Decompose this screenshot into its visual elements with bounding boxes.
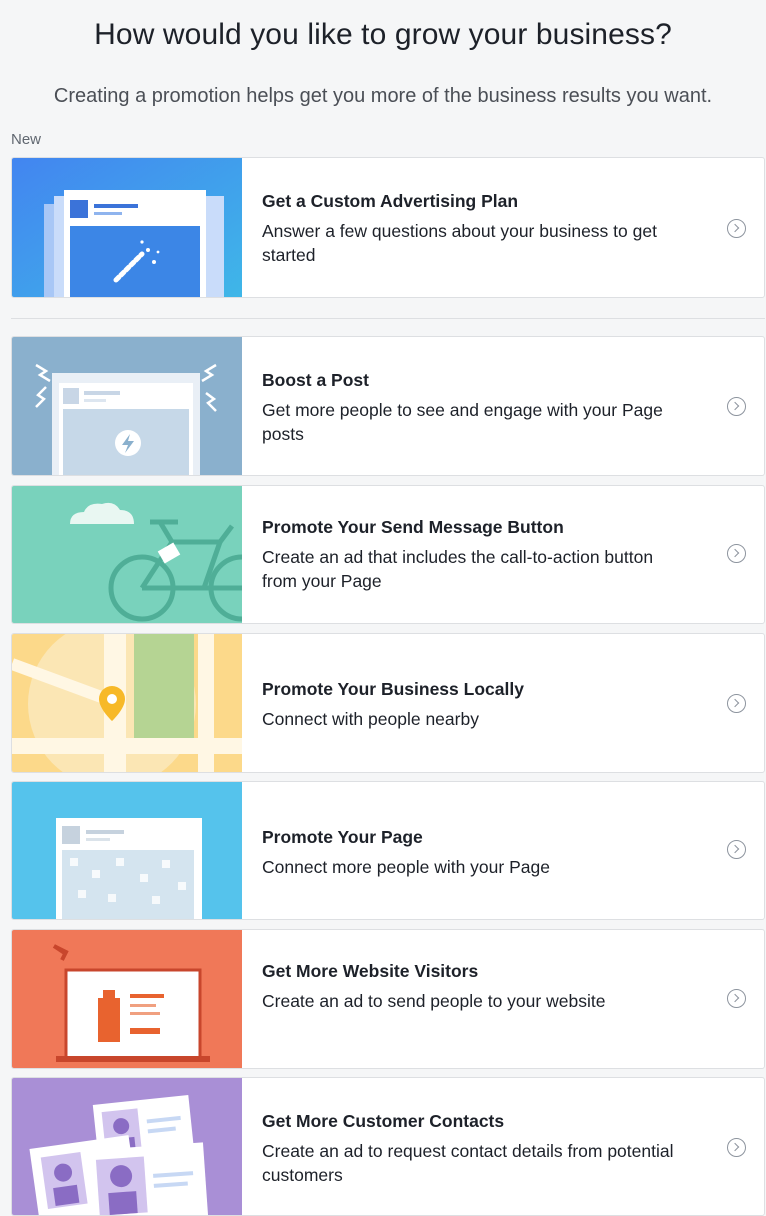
website-illustration xyxy=(12,930,242,1068)
card-title: Boost a Post xyxy=(262,370,369,390)
card-title: Promote Your Send Message Button xyxy=(262,517,564,537)
chevron-right-icon[interactable] xyxy=(727,840,746,859)
chevron-right-icon[interactable] xyxy=(727,397,746,416)
chevron-right-icon[interactable] xyxy=(727,694,746,713)
bicycle-illustration xyxy=(12,486,242,623)
card-title: Get a Custom Advertising Plan xyxy=(262,191,519,211)
chevron-right-icon[interactable] xyxy=(727,544,746,563)
chevron-right-icon[interactable] xyxy=(727,219,746,238)
chevron-right-icon[interactable] xyxy=(727,989,746,1008)
promotion-options-list: Get a Custom Advertising Plan Answer a f… xyxy=(0,0,766,1216)
card-description: Create an ad to request contact details … xyxy=(262,1141,674,1185)
card-title: Promote Your Business Locally xyxy=(262,679,524,699)
option-custom-advertising-plan[interactable]: Get a Custom Advertising Plan Answer a f… xyxy=(11,157,765,298)
magic-wand-illustration xyxy=(12,158,242,297)
option-promote-business-locally[interactable]: Promote Your Business Locally Connect wi… xyxy=(11,633,765,773)
card-description: Create an ad to send people to your webs… xyxy=(262,991,606,1011)
chevron-right-icon[interactable] xyxy=(727,1138,746,1157)
option-get-more-customer-contacts[interactable]: Get More Customer Contacts Create an ad … xyxy=(11,1077,765,1216)
card-title: Get More Website Visitors xyxy=(262,961,479,981)
card-title: Get More Customer Contacts xyxy=(262,1111,505,1131)
option-boost-post[interactable]: Boost a Post Get more people to see and … xyxy=(11,336,765,476)
card-description: Get more people to see and engage with y… xyxy=(262,400,663,444)
option-promote-page[interactable]: Promote Your Page Connect more people wi… xyxy=(11,781,765,920)
map-pin-illustration xyxy=(12,634,242,772)
card-description: Answer a few questions about your busine… xyxy=(262,221,657,265)
section-divider xyxy=(11,318,765,319)
card-description: Connect with people nearby xyxy=(262,709,479,729)
option-get-more-website-visitors[interactable]: Get More Website Visitors Create an ad t… xyxy=(11,929,765,1069)
contact-cards-illustration xyxy=(12,1078,242,1215)
card-title: Promote Your Page xyxy=(262,827,423,847)
lightning-bolt-illustration xyxy=(12,337,242,475)
page-likes-illustration xyxy=(12,782,242,919)
option-promote-send-message-button[interactable]: Promote Your Send Message Button Create … xyxy=(11,485,765,624)
card-description: Connect more people with your Page xyxy=(262,857,550,877)
card-description: Create an ad that includes the call-to-a… xyxy=(262,547,654,591)
